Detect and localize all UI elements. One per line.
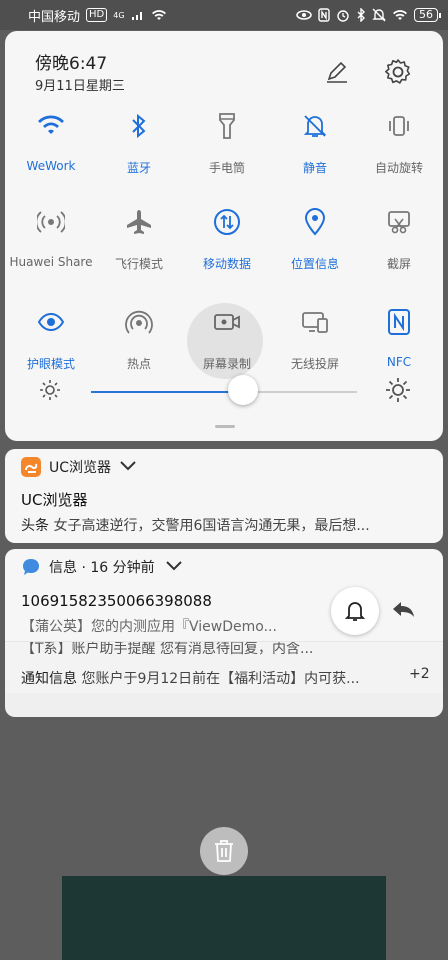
tile-label: WeWork: [26, 159, 76, 173]
notification-title: 10691582350066398088: [21, 592, 212, 610]
tile-label: NFC: [386, 355, 412, 369]
tile-label: 无线投屏: [290, 357, 339, 371]
brightness-row: [5, 371, 443, 411]
screen-record-icon: [212, 307, 242, 337]
background-app: [62, 876, 386, 960]
wireless-projection-icon: [300, 307, 330, 337]
notification-app-name: UC浏览器: [49, 460, 112, 476]
notification-group[interactable]: 【T系】账户助手提醒 您有消息待回复，内含... 通知信息 您账户于9月12日前…: [5, 641, 443, 693]
tile-label: 移动数据: [202, 257, 251, 271]
tile-label: Huawei Share: [9, 255, 93, 269]
notification-sms[interactable]: 信息 · 16 分钟前 10691582350066398088 【蒲公英】您的…: [5, 549, 443, 641]
nfc-icon: [384, 307, 414, 337]
status-bar: 中国移动 HD 4G 56: [0, 0, 448, 30]
edit-icon[interactable]: [321, 57, 351, 87]
brightness-knob[interactable]: [227, 375, 258, 405]
mobile-data-icon: [212, 207, 242, 237]
notification-title: 通知信息: [21, 671, 77, 687]
signal-icon: [131, 7, 145, 23]
message-icon: [21, 557, 41, 577]
notification-body: 【蒲公英】您的内测应用『ViewDemo...: [21, 619, 277, 635]
quick-settings-panel: 傍晚6:47 9月11日星期三 WeWork 蓝牙 手电筒 静音 自动旋转 Hu…: [5, 31, 443, 441]
tile-mobile-data[interactable]: 移动数据: [183, 207, 271, 287]
notification-text: 女子高速逆行，交警用6国语言沟通无果，最后想...: [53, 518, 370, 534]
notification-tag: 头条: [21, 518, 49, 534]
tile-screenshot[interactable]: 截屏: [355, 207, 443, 287]
tile-label: 位置信息: [290, 257, 339, 271]
tile-label: 手电筒: [208, 161, 245, 175]
eye-comfort-icon: [36, 307, 66, 337]
location-icon: [300, 207, 330, 237]
notification-uc-browser[interactable]: UC浏览器 UC浏览器 头条 女子高速逆行，交警用6国语言沟通无果，最后想...: [5, 449, 443, 543]
notification-title: UC浏览器: [21, 491, 88, 509]
nfc-status-icon: [318, 7, 330, 23]
airplane-icon: [124, 207, 154, 237]
brightness-high-icon: [385, 377, 411, 407]
tile-label: 截屏: [386, 257, 411, 271]
notification-partial: 【T系】账户助手提醒 您有消息待回复，内含...: [21, 641, 314, 657]
tile-label: 飞行模式: [114, 257, 163, 271]
rotate-icon: [384, 111, 414, 141]
clear-all-button[interactable]: [200, 827, 248, 875]
battery-indicator: 56: [414, 8, 441, 22]
date: 9月11日星期三: [35, 79, 125, 94]
notification-row: 通知信息 您账户于9月12日前在【福利活动】内可获...: [21, 668, 401, 688]
tile-airplane[interactable]: 飞行模式: [95, 207, 183, 287]
share-icon: [36, 207, 66, 237]
tile-auto-rotate[interactable]: 自动旋转: [355, 111, 443, 191]
notification-text: 您账户于9月12日前在【福利活动】内可获...: [81, 671, 360, 687]
tile-location[interactable]: 位置信息: [271, 207, 359, 287]
tile-bluetooth[interactable]: 蓝牙: [95, 111, 183, 191]
tile-flashlight[interactable]: 手电筒: [183, 111, 271, 191]
wifi-status-icon: [151, 7, 167, 23]
tile-wework[interactable]: WeWork: [7, 111, 95, 191]
tile-huawei-share[interactable]: Huawei Share: [7, 207, 95, 287]
notification-stack-edge: [5, 693, 443, 717]
bluetooth-status-icon: [356, 7, 366, 23]
carrier-label: 中国移动: [28, 9, 81, 25]
net-type-label: 4G: [113, 10, 125, 20]
tile-label: 自动旋转: [374, 161, 423, 175]
more-count-badge: +2: [409, 666, 430, 682]
wifi-icon: [36, 111, 66, 141]
flashlight-icon: [212, 111, 242, 141]
alarm-icon: [336, 7, 350, 23]
mute-status-icon: [372, 7, 386, 23]
notification-app-name: 信息 · 16 分钟前: [49, 560, 155, 576]
tile-label: 护眼模式: [26, 357, 75, 371]
screenshot-icon: [384, 207, 414, 237]
notification-body: 头条 女子高速逆行，交警用6国语言沟通无果，最后想...: [21, 515, 425, 535]
chevron-down-icon[interactable]: [165, 557, 183, 576]
gear-icon[interactable]: [381, 55, 415, 89]
brightness-fill: [91, 391, 243, 393]
brightness-slider[interactable]: [91, 391, 357, 393]
tile-label: 蓝牙: [126, 161, 151, 175]
bell-button[interactable]: [331, 587, 379, 635]
eye-icon: [296, 7, 312, 23]
clock: 傍晚6:47: [35, 54, 108, 74]
chevron-down-icon[interactable]: [119, 457, 137, 476]
tile-label: 屏幕录制: [202, 357, 251, 371]
wifi-icon: [392, 7, 408, 23]
hotspot-icon: [124, 307, 154, 337]
panel-drag-handle[interactable]: [215, 425, 235, 428]
tile-label: 热点: [126, 357, 151, 371]
bluetooth-icon: [124, 111, 154, 141]
brightness-low-icon: [39, 379, 61, 405]
trash-icon: [215, 840, 233, 862]
mute-icon: [300, 111, 330, 141]
tile-mute[interactable]: 静音: [271, 111, 359, 191]
hd-badge: HD: [86, 8, 108, 22]
reply-icon[interactable]: [391, 599, 417, 623]
uc-browser-icon: [21, 457, 41, 477]
tile-label: 静音: [302, 161, 327, 175]
